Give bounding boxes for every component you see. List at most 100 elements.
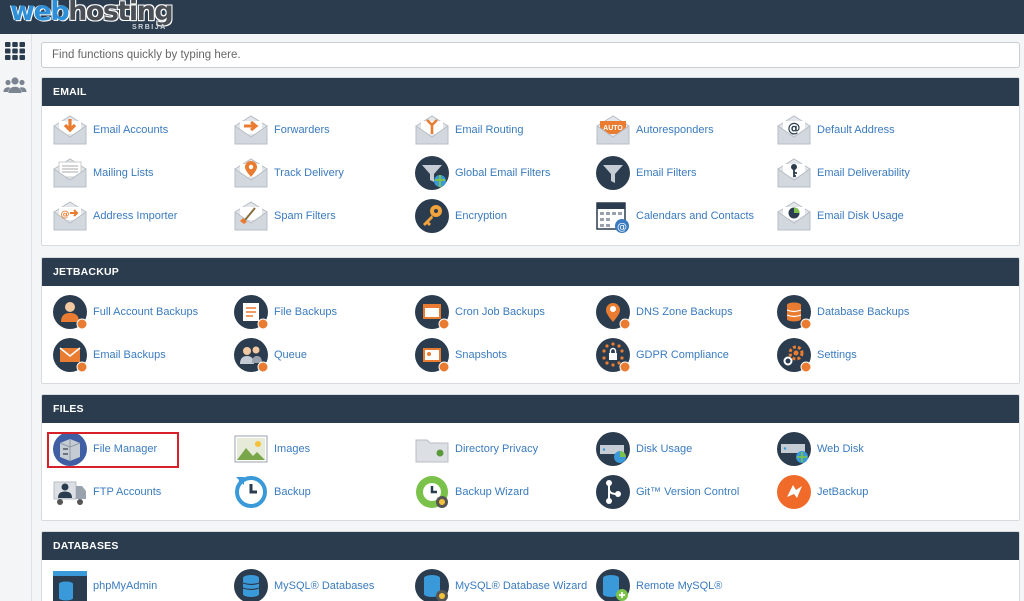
item-label: Backup xyxy=(274,486,311,498)
section-title: EMAIL xyxy=(42,78,1019,106)
gdpr-compliance[interactable]: GDPR Compliance xyxy=(595,335,773,375)
track-delivery[interactable]: Track Delivery xyxy=(233,153,411,193)
email-backups-icon xyxy=(53,338,88,373)
phpmyadmin-icon xyxy=(53,571,87,601)
autoresponders[interactable]: AUTO Autoresponders xyxy=(595,110,773,150)
item-label: Mailing Lists xyxy=(93,167,154,179)
full-account-backups-icon xyxy=(53,295,88,330)
item-label: Spam Filters xyxy=(274,210,336,222)
email-routing[interactable]: Email Routing xyxy=(414,110,592,150)
item-label: File Manager xyxy=(93,443,158,455)
file-manager[interactable]: File Manager xyxy=(52,429,230,469)
item-label: Git™ Version Control xyxy=(636,486,740,498)
database-backups-icon xyxy=(777,295,812,330)
databases-section: DATABASES phpMyAdmin MySQL® Databases My… xyxy=(41,531,1020,601)
mysql-databases-icon xyxy=(234,569,268,601)
item-label: MySQL® Databases xyxy=(274,580,375,592)
dns-zone-backups[interactable]: DNS Zone Backups xyxy=(595,292,773,332)
track-delivery-icon xyxy=(234,158,268,188)
address-importer[interactable]: @ Address Importer xyxy=(52,196,230,236)
remote-mysql-icon xyxy=(596,569,630,601)
logo-web-text: web xyxy=(10,0,70,27)
forwarders[interactable]: Forwarders xyxy=(233,110,411,150)
encryption-icon xyxy=(415,199,449,233)
side-nav xyxy=(0,34,32,601)
disk-usage-icon xyxy=(596,432,630,466)
item-label: Email Backups xyxy=(93,349,166,361)
grid-icon[interactable] xyxy=(3,40,27,62)
section-title: DATABASES xyxy=(42,532,1019,560)
item-label: MySQL® Database Wizard xyxy=(455,580,588,592)
backup-wizard[interactable]: Backup Wizard xyxy=(414,472,592,512)
encryption[interactable]: Encryption xyxy=(414,196,592,236)
svg-text:@: @ xyxy=(61,210,70,220)
email-deliverability-icon xyxy=(777,158,811,188)
logo-subtitle: SRBIJA xyxy=(132,24,167,31)
item-label: Snapshots xyxy=(455,349,507,361)
spam-filters[interactable]: Spam Filters xyxy=(233,196,411,236)
ftp-accounts[interactable]: FTP Accounts xyxy=(52,472,230,512)
item-label: Email Accounts xyxy=(93,124,169,136)
calendars-contacts[interactable]: @ Calendars and Contacts xyxy=(595,196,773,236)
mailing-lists-icon xyxy=(53,158,87,188)
backup-wizard-icon xyxy=(416,476,448,508)
email-filters[interactable]: Email Filters xyxy=(595,153,773,193)
svg-text:@: @ xyxy=(788,121,801,136)
email-filters-icon xyxy=(596,156,630,190)
mailing-lists[interactable]: Mailing Lists xyxy=(52,153,230,193)
phpmyadmin[interactable]: phpMyAdmin xyxy=(52,566,230,601)
remote-mysql[interactable]: Remote MySQL® xyxy=(595,566,773,601)
git-version-control[interactable]: Git™ Version Control xyxy=(595,472,773,512)
default-address-icon: @ xyxy=(777,115,811,145)
jetbackup-section: JETBACKUP Full Account Backups File Back… xyxy=(41,257,1020,384)
item-label: JetBackup xyxy=(817,486,869,498)
item-label: Settings xyxy=(817,349,857,361)
cron-job-backups[interactable]: Cron Job Backups xyxy=(414,292,592,332)
item-label: DNS Zone Backups xyxy=(636,306,733,318)
settings[interactable]: Settings xyxy=(776,335,954,375)
web-disk-icon xyxy=(777,432,811,466)
jetbackup[interactable]: JetBackup xyxy=(776,472,954,512)
database-backups[interactable]: Database Backups xyxy=(776,292,954,332)
users-icon[interactable] xyxy=(3,74,27,96)
queue[interactable]: Queue xyxy=(233,335,411,375)
gdpr-compliance-icon xyxy=(596,338,631,373)
item-label: Queue xyxy=(274,349,308,361)
spam-filters-icon xyxy=(234,201,268,231)
global-email-filters-icon xyxy=(415,156,449,190)
item-label: Directory Privacy xyxy=(455,443,539,455)
backup-icon xyxy=(235,476,267,508)
item-label: Autoresponders xyxy=(636,124,714,136)
directory-privacy[interactable]: Directory Privacy xyxy=(414,429,592,469)
snapshots[interactable]: Snapshots xyxy=(414,335,592,375)
item-label: Disk Usage xyxy=(636,443,693,455)
disk-usage[interactable]: Disk Usage xyxy=(595,429,773,469)
full-account-backups[interactable]: Full Account Backups xyxy=(52,292,230,332)
mysql-database-wizard-icon xyxy=(415,569,449,601)
item-label: Database Backups xyxy=(817,306,910,318)
file-manager-icon xyxy=(53,432,87,466)
item-label: Global Email Filters xyxy=(455,167,551,179)
dns-zone-backups-icon xyxy=(596,295,631,330)
item-label: Remote MySQL® xyxy=(636,580,723,592)
search-input[interactable] xyxy=(41,42,1020,68)
global-email-filters[interactable]: Global Email Filters xyxy=(414,153,592,193)
email-deliverability[interactable]: Email Deliverability xyxy=(776,153,954,193)
item-label: phpMyAdmin xyxy=(93,580,158,592)
item-label: Email Deliverability xyxy=(817,167,910,179)
default-address[interactable]: @ Default Address xyxy=(776,110,954,150)
email-disk-usage[interactable]: Email Disk Usage xyxy=(776,196,954,236)
backup[interactable]: Backup xyxy=(233,472,411,512)
file-backups-icon xyxy=(234,295,269,330)
item-label: Images xyxy=(274,443,311,455)
email-backups[interactable]: Email Backups xyxy=(52,335,230,375)
forwarders-icon xyxy=(234,115,268,145)
mysql-databases[interactable]: MySQL® Databases xyxy=(233,566,411,601)
images[interactable]: Images xyxy=(233,429,411,469)
email-accounts[interactable]: Email Accounts xyxy=(52,110,230,150)
web-disk[interactable]: Web Disk xyxy=(776,429,954,469)
item-label: FTP Accounts xyxy=(93,486,162,498)
file-backups[interactable]: File Backups xyxy=(233,292,411,332)
mysql-database-wizard[interactable]: MySQL® Database Wizard xyxy=(414,566,592,601)
item-label: Default Address xyxy=(817,124,895,136)
